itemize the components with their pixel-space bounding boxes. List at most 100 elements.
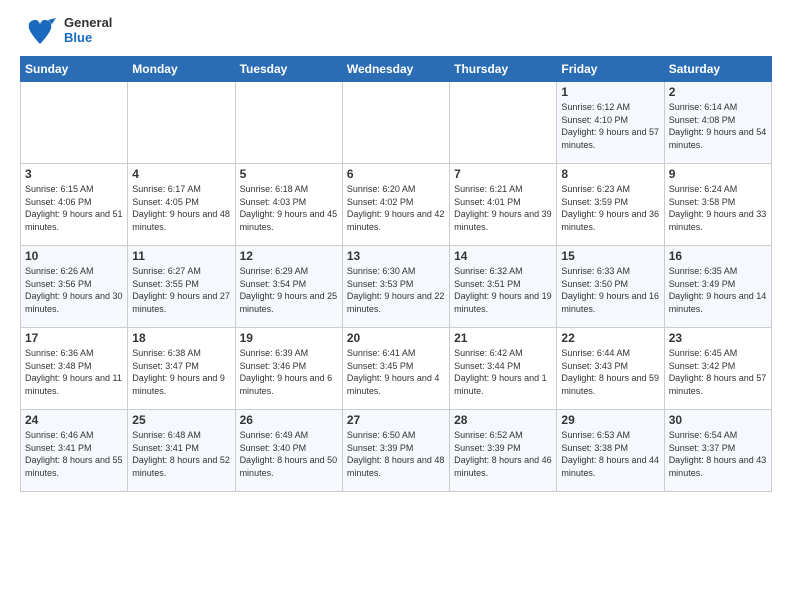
calendar-cell: 5 Sunrise: 6:18 AMSunset: 4:03 PMDaylight… xyxy=(235,164,342,246)
calendar-cell: 2 Sunrise: 6:14 AMSunset: 4:08 PMDaylight… xyxy=(664,82,771,164)
calendar-cell: 13Sunrise: 6:30 AMSunset: 3:53 PMDayligh… xyxy=(342,246,449,328)
day-number: 28 xyxy=(454,413,552,427)
day-number: 24 xyxy=(25,413,123,427)
day-info: Sunrise: 6:50 AMSunset: 3:39 PMDaylight:… xyxy=(347,429,445,479)
day-number: 5 xyxy=(240,167,338,181)
calendar-cell: 30 Sunrise: 6:54 AMSunset: 3:37 PMDayligh… xyxy=(664,410,771,492)
day-info: Sunrise: 6:12 AMSunset: 4:10 PMDaylight:… xyxy=(561,101,659,151)
calendar-week-1: 1 Sunrise: 6:12 AMSunset: 4:10 PMDaylight… xyxy=(21,82,772,164)
day-info: Sunrise: 6:32 AMSunset: 3:51 PMDaylight:… xyxy=(454,265,552,315)
calendar-week-5: 24Sunrise: 6:46 AMSunset: 3:41 PMDayligh… xyxy=(21,410,772,492)
calendar-cell: 22 Sunrise: 6:44 AMSunset: 3:43 PMDayligh… xyxy=(557,328,664,410)
weekday-header-friday: Friday xyxy=(557,57,664,82)
calendar-cell: 14 Sunrise: 6:32 AMSunset: 3:51 PMDayligh… xyxy=(450,246,557,328)
weekday-header-tuesday: Tuesday xyxy=(235,57,342,82)
day-number: 29 xyxy=(561,413,659,427)
calendar-cell: 15 Sunrise: 6:33 AMSunset: 3:50 PMDayligh… xyxy=(557,246,664,328)
day-number: 23 xyxy=(669,331,767,345)
day-number: 9 xyxy=(669,167,767,181)
day-number: 8 xyxy=(561,167,659,181)
day-info: Sunrise: 6:48 AMSunset: 3:41 PMDaylight:… xyxy=(132,429,230,479)
calendar-cell xyxy=(450,82,557,164)
calendar-table: SundayMondayTuesdayWednesdayThursdayFrid… xyxy=(20,56,772,492)
calendar-cell: 18 Sunrise: 6:38 AMSunset: 3:47 PMDayligh… xyxy=(128,328,235,410)
day-number: 4 xyxy=(132,167,230,181)
day-info: Sunrise: 6:26 AMSunset: 3:56 PMDaylight:… xyxy=(25,265,123,315)
day-info: Sunrise: 6:39 AMSunset: 3:46 PMDaylight:… xyxy=(240,347,338,397)
calendar-cell: 29 Sunrise: 6:53 AMSunset: 3:38 PMDayligh… xyxy=(557,410,664,492)
day-info: Sunrise: 6:54 AMSunset: 3:37 PMDaylight:… xyxy=(669,429,767,479)
calendar-week-2: 3 Sunrise: 6:15 AMSunset: 4:06 PMDaylight… xyxy=(21,164,772,246)
calendar-cell xyxy=(128,82,235,164)
calendar-cell: 6Sunrise: 6:20 AMSunset: 4:02 PMDaylight… xyxy=(342,164,449,246)
day-number: 14 xyxy=(454,249,552,263)
day-info: Sunrise: 6:44 AMSunset: 3:43 PMDaylight:… xyxy=(561,347,659,397)
day-info: Sunrise: 6:15 AMSunset: 4:06 PMDaylight:… xyxy=(25,183,123,233)
day-info: Sunrise: 6:38 AMSunset: 3:47 PMDaylight:… xyxy=(132,347,230,397)
calendar-cell xyxy=(342,82,449,164)
weekday-header-saturday: Saturday xyxy=(664,57,771,82)
day-number: 30 xyxy=(669,413,767,427)
logo-blue: Blue xyxy=(64,31,112,46)
calendar-cell: 7 Sunrise: 6:21 AMSunset: 4:01 PMDaylight… xyxy=(450,164,557,246)
calendar-week-3: 10 Sunrise: 6:26 AMSunset: 3:56 PMDayligh… xyxy=(21,246,772,328)
calendar-cell: 19 Sunrise: 6:39 AMSunset: 3:46 PMDayligh… xyxy=(235,328,342,410)
calendar-cell: 26Sunrise: 6:49 AMSunset: 3:40 PMDayligh… xyxy=(235,410,342,492)
day-number: 19 xyxy=(240,331,338,345)
day-info: Sunrise: 6:17 AMSunset: 4:05 PMDaylight:… xyxy=(132,183,230,233)
calendar-cell: 28Sunrise: 6:52 AMSunset: 3:39 PMDayligh… xyxy=(450,410,557,492)
weekday-header-row: SundayMondayTuesdayWednesdayThursdayFrid… xyxy=(21,57,772,82)
day-number: 7 xyxy=(454,167,552,181)
calendar-cell: 10 Sunrise: 6:26 AMSunset: 3:56 PMDayligh… xyxy=(21,246,128,328)
calendar-cell: 25 Sunrise: 6:48 AMSunset: 3:41 PMDayligh… xyxy=(128,410,235,492)
calendar-cell: 4 Sunrise: 6:17 AMSunset: 4:05 PMDaylight… xyxy=(128,164,235,246)
calendar-week-4: 17 Sunrise: 6:36 AMSunset: 3:48 PMDayligh… xyxy=(21,328,772,410)
calendar-cell: 17 Sunrise: 6:36 AMSunset: 3:48 PMDayligh… xyxy=(21,328,128,410)
calendar-cell: 27 Sunrise: 6:50 AMSunset: 3:39 PMDayligh… xyxy=(342,410,449,492)
day-info: Sunrise: 6:29 AMSunset: 3:54 PMDaylight:… xyxy=(240,265,338,315)
calendar-cell: 8 Sunrise: 6:23 AMSunset: 3:59 PMDaylight… xyxy=(557,164,664,246)
day-info: Sunrise: 6:24 AMSunset: 3:58 PMDaylight:… xyxy=(669,183,767,233)
day-number: 13 xyxy=(347,249,445,263)
page-header: General Blue xyxy=(20,16,772,46)
weekday-header-monday: Monday xyxy=(128,57,235,82)
logo-general: General xyxy=(64,16,112,31)
calendar-cell xyxy=(235,82,342,164)
calendar-cell: 9 Sunrise: 6:24 AMSunset: 3:58 PMDaylight… xyxy=(664,164,771,246)
day-number: 18 xyxy=(132,331,230,345)
day-info: Sunrise: 6:45 AMSunset: 3:42 PMDaylight:… xyxy=(669,347,767,397)
day-number: 3 xyxy=(25,167,123,181)
day-number: 12 xyxy=(240,249,338,263)
logo-bird-icon xyxy=(20,16,58,46)
day-number: 27 xyxy=(347,413,445,427)
calendar-cell: 16Sunrise: 6:35 AMSunset: 3:49 PMDayligh… xyxy=(664,246,771,328)
day-info: Sunrise: 6:41 AMSunset: 3:45 PMDaylight:… xyxy=(347,347,445,397)
logo-text-block: General Blue xyxy=(20,16,112,46)
day-info: Sunrise: 6:21 AMSunset: 4:01 PMDaylight:… xyxy=(454,183,552,233)
day-info: Sunrise: 6:23 AMSunset: 3:59 PMDaylight:… xyxy=(561,183,659,233)
day-info: Sunrise: 6:53 AMSunset: 3:38 PMDaylight:… xyxy=(561,429,659,479)
calendar-cell xyxy=(21,82,128,164)
day-info: Sunrise: 6:36 AMSunset: 3:48 PMDaylight:… xyxy=(25,347,123,397)
day-number: 25 xyxy=(132,413,230,427)
day-info: Sunrise: 6:35 AMSunset: 3:49 PMDaylight:… xyxy=(669,265,767,315)
day-number: 17 xyxy=(25,331,123,345)
calendar-cell: 24Sunrise: 6:46 AMSunset: 3:41 PMDayligh… xyxy=(21,410,128,492)
day-number: 20 xyxy=(347,331,445,345)
calendar-cell: 23 Sunrise: 6:45 AMSunset: 3:42 PMDayligh… xyxy=(664,328,771,410)
calendar-cell: 12 Sunrise: 6:29 AMSunset: 3:54 PMDayligh… xyxy=(235,246,342,328)
day-number: 2 xyxy=(669,85,767,99)
day-number: 10 xyxy=(25,249,123,263)
day-info: Sunrise: 6:18 AMSunset: 4:03 PMDaylight:… xyxy=(240,183,338,233)
day-number: 1 xyxy=(561,85,659,99)
day-number: 15 xyxy=(561,249,659,263)
day-info: Sunrise: 6:14 AMSunset: 4:08 PMDaylight:… xyxy=(669,101,767,151)
day-info: Sunrise: 6:33 AMSunset: 3:50 PMDaylight:… xyxy=(561,265,659,315)
day-info: Sunrise: 6:42 AMSunset: 3:44 PMDaylight:… xyxy=(454,347,552,397)
weekday-header-wednesday: Wednesday xyxy=(342,57,449,82)
calendar-cell: 3 Sunrise: 6:15 AMSunset: 4:06 PMDaylight… xyxy=(21,164,128,246)
day-number: 11 xyxy=(132,249,230,263)
weekday-header-thursday: Thursday xyxy=(450,57,557,82)
calendar-cell: 1 Sunrise: 6:12 AMSunset: 4:10 PMDaylight… xyxy=(557,82,664,164)
day-number: 22 xyxy=(561,331,659,345)
